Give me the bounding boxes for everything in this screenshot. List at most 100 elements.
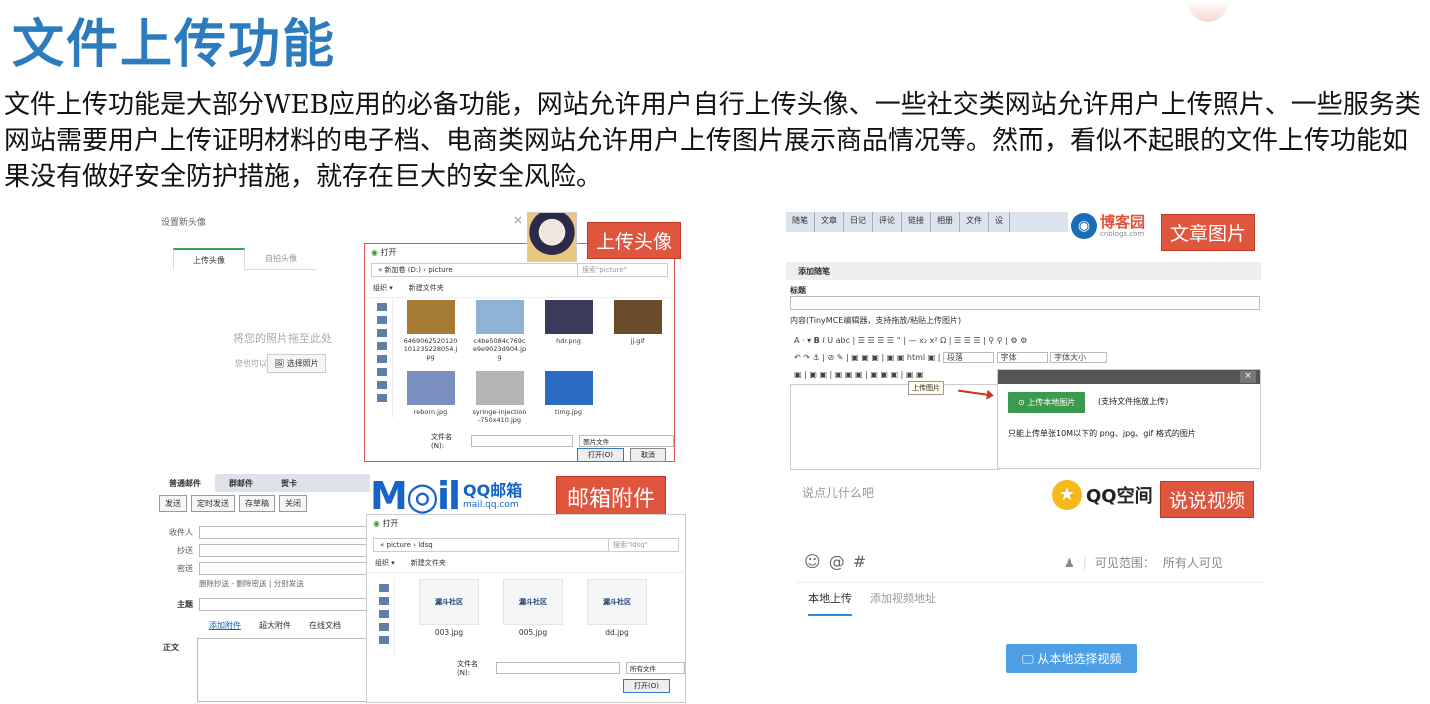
visibility-label: 可见范围： — [1094, 556, 1155, 570]
open-button[interactable]: 打开(O) — [577, 448, 624, 462]
upload-limit-text: 只能上传单张10M以下的 png、jpg、gif 格式的图片 — [1008, 429, 1196, 438]
emoji-icon[interactable]: ☺ — [804, 552, 821, 571]
scheduled-send-button[interactable]: 定时发送 — [191, 495, 235, 512]
file-item[interactable]: timg.jpg — [541, 371, 596, 424]
font-size-select[interactable]: 字体大小 — [1050, 352, 1108, 363]
mail-logo-text: QQ邮箱 mail.qq.com — [463, 482, 522, 511]
file-name: hdr.png — [556, 337, 581, 345]
file-item[interactable]: 漏斗社区 005.jpg — [501, 579, 565, 637]
font-select[interactable]: 字体 — [996, 352, 1048, 363]
toolbar-row-2: ↶ ↷ ⚓ | ⊘ ✎ | ▣ ▣ ▣ | ▣ ▣ html ▣ | 段落 字体… — [794, 349, 1214, 366]
nav-sidebar — [365, 298, 393, 418]
choose-photo-button[interactable]: 🖼 选择照片 — [267, 354, 326, 373]
large-attachment-link[interactable]: 超大附件 — [259, 620, 291, 631]
blog-menu-item[interactable]: 链接 — [902, 212, 931, 232]
file-item[interactable]: syringe-injection-750x410.jpg — [472, 371, 527, 424]
tab-video-url[interactable]: 添加视频地址 — [870, 590, 936, 616]
subject-label: 主题 — [177, 600, 193, 609]
file-thumbnail: 漏斗社区 — [419, 579, 479, 625]
blog-menu-item[interactable]: 日记 — [844, 212, 873, 232]
blog-menu: 随笔 文章 日记 评论 链接 相册 文件设 — [786, 212, 1068, 232]
format-select[interactable]: 段落 — [943, 352, 995, 363]
folder-icon: ◉ — [373, 519, 380, 528]
post-tools: ☺ @ # — [804, 552, 866, 571]
file-item[interactable]: 漏斗社区 dd.jpg — [585, 579, 649, 637]
send-button[interactable]: 发送 — [159, 495, 187, 512]
bcc-input[interactable] — [199, 562, 370, 575]
file-item[interactable]: hdr.png — [541, 300, 596, 361]
filetype-select[interactable]: 所有文件 — [626, 662, 685, 674]
editor-area[interactable] — [790, 384, 1000, 470]
title-input[interactable] — [790, 296, 1260, 310]
hashtag-icon[interactable]: # — [853, 552, 866, 571]
cc-input[interactable] — [199, 544, 370, 557]
filename-input[interactable] — [496, 662, 621, 674]
search-input[interactable]: 搜索"picture" — [577, 264, 667, 276]
star-icon: ★ — [1052, 480, 1082, 510]
blog-menu-item[interactable]: 随笔 — [786, 212, 815, 232]
file-open-dialog: ◉ 打开 « 新加卷 (D:) › picture 搜索"picture" 组织 … — [364, 243, 675, 462]
organize-menu[interactable]: 组织 ▾ — [373, 283, 393, 293]
divider-line — [796, 582, 1266, 583]
new-folder-button[interactable]: 新建文件夹 — [409, 283, 444, 293]
qq-mail-logo: M◎il QQ邮箱 mail.qq.com — [370, 476, 522, 516]
body-input[interactable] — [197, 638, 370, 702]
recipient-input[interactable] — [199, 526, 370, 539]
tab-group-mail[interactable]: 群邮件 — [215, 474, 267, 492]
post-input[interactable]: 说点儿什么吧 — [802, 484, 874, 501]
cancel-button[interactable]: 取消 — [629, 448, 666, 462]
close-icon[interactable]: × — [513, 213, 523, 227]
upload-image-dialog: × ⊙ 上传本地图片 (支持文件拖放上传) 只能上传单张10M以下的 png、j… — [997, 369, 1261, 469]
cc-links[interactable]: 删除抄送 - 删除密送 | 分别发送 — [199, 578, 304, 589]
tab-upload-avatar[interactable]: 上传头像 — [173, 248, 245, 270]
file-item[interactable]: c4be5084c769ce9e9023d904.jpg — [472, 300, 527, 361]
add-attachment-link[interactable]: 添加附件 — [209, 620, 241, 631]
tab-local-upload[interactable]: 本地上传 — [808, 590, 852, 616]
save-draft-button[interactable]: 存草稿 — [239, 495, 275, 512]
file-item[interactable]: 6469062520120101235228054.jpg — [403, 300, 458, 361]
filename-input[interactable] — [470, 435, 574, 447]
file-item[interactable]: 漏斗社区 003.jpg — [417, 579, 481, 637]
blog-menu-item[interactable]: 相册 — [931, 212, 960, 232]
file-item[interactable]: reborn.jpg — [403, 371, 458, 424]
subject-input[interactable] — [199, 598, 370, 611]
blog-menu-item[interactable]: 文件 — [960, 212, 989, 232]
mail-actions: 发送 定时发送 存草稿 关闭 — [155, 492, 370, 515]
or-text: 您也可以 — [235, 359, 267, 368]
title-label: 标题 — [790, 286, 806, 295]
select-local-video-button[interactable]: 🖵 从本地选择视频 — [1006, 644, 1138, 673]
address-bar[interactable]: « 新加卷 (D:) › picture 搜索"picture" — [371, 263, 668, 277]
blog-menu-item[interactable]: 设 — [989, 212, 1010, 232]
filetype-select[interactable]: 图片文件 — [579, 435, 674, 447]
online-doc-link[interactable]: 在线文档 — [309, 620, 341, 631]
close-icon[interactable]: × — [1240, 371, 1256, 383]
file-grid: 漏斗社区 003.jpg 漏斗社区 005.jpg 漏斗社区 dd.jpg — [417, 579, 687, 637]
at-icon[interactable]: @ — [829, 552, 845, 571]
organize-menu[interactable]: 组织 ▾ — [375, 558, 395, 568]
body-row: 正文 — [163, 642, 189, 653]
monitor-icon: 🖵 — [1022, 652, 1034, 666]
blog-menu-item[interactable]: 评论 — [873, 212, 902, 232]
tab-card[interactable]: 贺卡 — [267, 474, 311, 492]
tab-selfie-avatar[interactable]: 自拍头像 — [245, 248, 317, 270]
upload-local-image-button[interactable]: ⊙ 上传本地图片 — [1008, 392, 1086, 413]
address-bar[interactable]: « picture › ldsq 搜索"ldsq" — [373, 538, 679, 552]
file-name: jj.gif — [630, 337, 645, 345]
file-thumbnail — [406, 371, 455, 405]
close-button[interactable]: 关闭 — [279, 495, 307, 512]
user-icon: ♟ — [1064, 555, 1075, 570]
search-input[interactable]: 搜索"ldsq" — [608, 539, 678, 551]
open-button[interactable]: 打开(O) — [623, 679, 670, 693]
new-folder-button[interactable]: 新建文件夹 — [411, 558, 446, 568]
body-label: 正文 — [163, 643, 179, 652]
select-video-label: 从本地选择视频 — [1037, 652, 1122, 666]
mail-logo-mark: M◎il — [370, 474, 461, 518]
slide-title: 文件上传功能 — [12, 15, 337, 75]
visibility-control[interactable]: ♟ | 可见范围： 所有人可见 — [1064, 554, 1223, 571]
blog-menu-item[interactable]: 文章 — [815, 212, 844, 232]
tab-normal-mail[interactable]: 普通邮件 — [155, 474, 215, 492]
dialog-toolbar: 组织 ▾ 新建文件夹 — [367, 554, 685, 573]
visibility-value: 所有人可见 — [1162, 556, 1223, 570]
file-item[interactable]: jj.gif — [610, 300, 665, 361]
file-thumbnail — [613, 300, 662, 334]
